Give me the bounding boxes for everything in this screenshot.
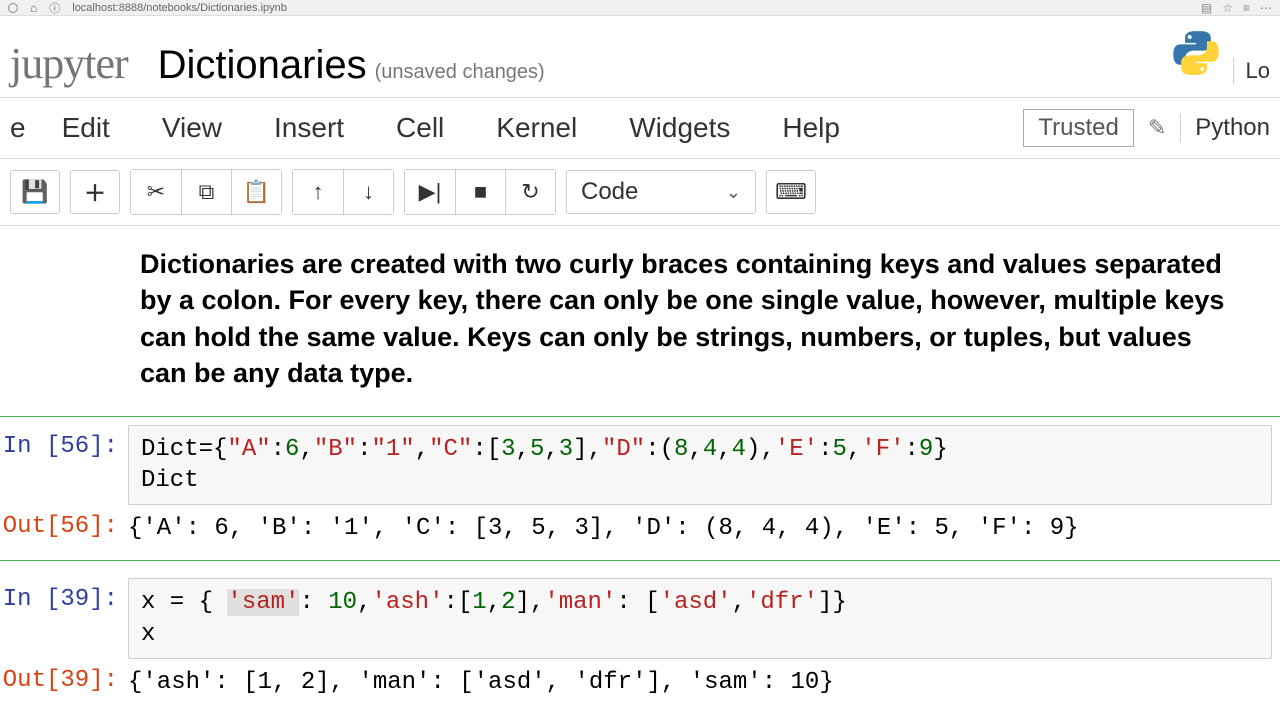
menu-file[interactable]: e [10,98,36,158]
favorites-icon[interactable]: ≡ [1243,1,1250,15]
menubar: e Edit View Insert Cell Kernel Widgets H… [0,97,1280,159]
save-button[interactable]: 💾 [10,170,60,214]
notebook-container: Dictionaries are created with two curly … [0,226,1280,715]
code-cell-39[interactable]: In [39]: x = { 'sam': 10,'ash':[1,2],'ma… [0,569,1280,715]
notebook-header: jupyter Dictionaries (unsaved changes) L… [0,16,1280,97]
refresh-icon[interactable] [8,3,18,13]
menu-view[interactable]: View [136,98,248,158]
cut-button[interactable]: ✂ [131,170,181,214]
pencil-icon[interactable]: ✎ [1148,115,1166,141]
toolbar: 💾 ＋ ✂ ⧉ 📋 ↑ ↓ ▶| ■ ↻ Code ⌄ ⌨ [0,159,1280,226]
run-button[interactable]: ▶| [405,170,455,214]
trusted-indicator[interactable]: Trusted [1023,109,1133,147]
input-prompt: In [39]: [0,578,128,613]
chevron-down-icon: ⌄ [726,182,741,203]
markdown-cell[interactable]: Dictionaries are created with two curly … [0,246,1280,416]
move-down-button[interactable]: ↓ [343,170,393,214]
output-prompt: Out[39]: [0,659,128,694]
cell-type-select[interactable]: Code ⌄ [566,170,756,214]
more-icon[interactable]: ⋯ [1260,1,1272,15]
restart-button[interactable]: ↻ [505,170,555,214]
code-cell-56[interactable]: In [56]: Dict={"A":6,"B":"1","C":[3,5,3]… [0,416,1280,562]
lock-icon: ⓘ [49,0,60,16]
copy-button[interactable]: ⧉ [181,170,231,214]
cell-type-value: Code [581,178,638,206]
home-icon[interactable]: ⌂ [30,1,37,15]
notebook-name[interactable]: Dictionaries [158,43,367,88]
star-icon[interactable]: ☆ [1222,1,1233,15]
menu-help[interactable]: Help [756,98,866,158]
python-logo-icon [1171,28,1221,78]
move-up-button[interactable]: ↑ [293,170,343,214]
kernel-indicator[interactable]: Python [1180,114,1270,142]
menu-edit[interactable]: Edit [36,98,136,158]
code-input[interactable]: x = { 'sam': 10,'ash':[1,2],'man': ['asd… [128,578,1272,658]
menu-kernel[interactable]: Kernel [470,98,603,158]
markdown-text: Dictionaries are created with two curly … [140,246,1240,392]
browser-bar: ⌂ ⓘ localhost:8888/notebooks/Dictionarie… [0,0,1280,16]
save-status: (unsaved changes) [375,61,545,84]
add-cell-button[interactable]: ＋ [70,170,120,214]
stop-button[interactable]: ■ [455,170,505,214]
reader-icon[interactable]: ▤ [1201,1,1212,15]
menu-insert[interactable]: Insert [248,98,370,158]
jupyter-logo[interactable]: jupyter [10,38,128,89]
code-input[interactable]: Dict={"A":6,"B":"1","C":[3,5,3],"D":(8,4… [128,425,1272,505]
code-output: {'A': 6, 'B': '1', 'C': [3, 5, 3], 'D': … [128,505,1280,552]
input-prompt: In [56]: [0,425,128,460]
url-bar[interactable]: localhost:8888/notebooks/Dictionaries.ip… [72,2,1189,14]
paste-button[interactable]: 📋 [231,170,281,214]
output-prompt: Out[56]: [0,505,128,540]
code-output: {'ash': [1, 2], 'man': ['asd', 'dfr'], '… [128,659,1280,706]
command-palette-button[interactable]: ⌨ [766,170,816,214]
menu-cell[interactable]: Cell [370,98,470,158]
menu-widgets[interactable]: Widgets [603,98,756,158]
logout-button[interactable]: Lo [1233,58,1270,84]
